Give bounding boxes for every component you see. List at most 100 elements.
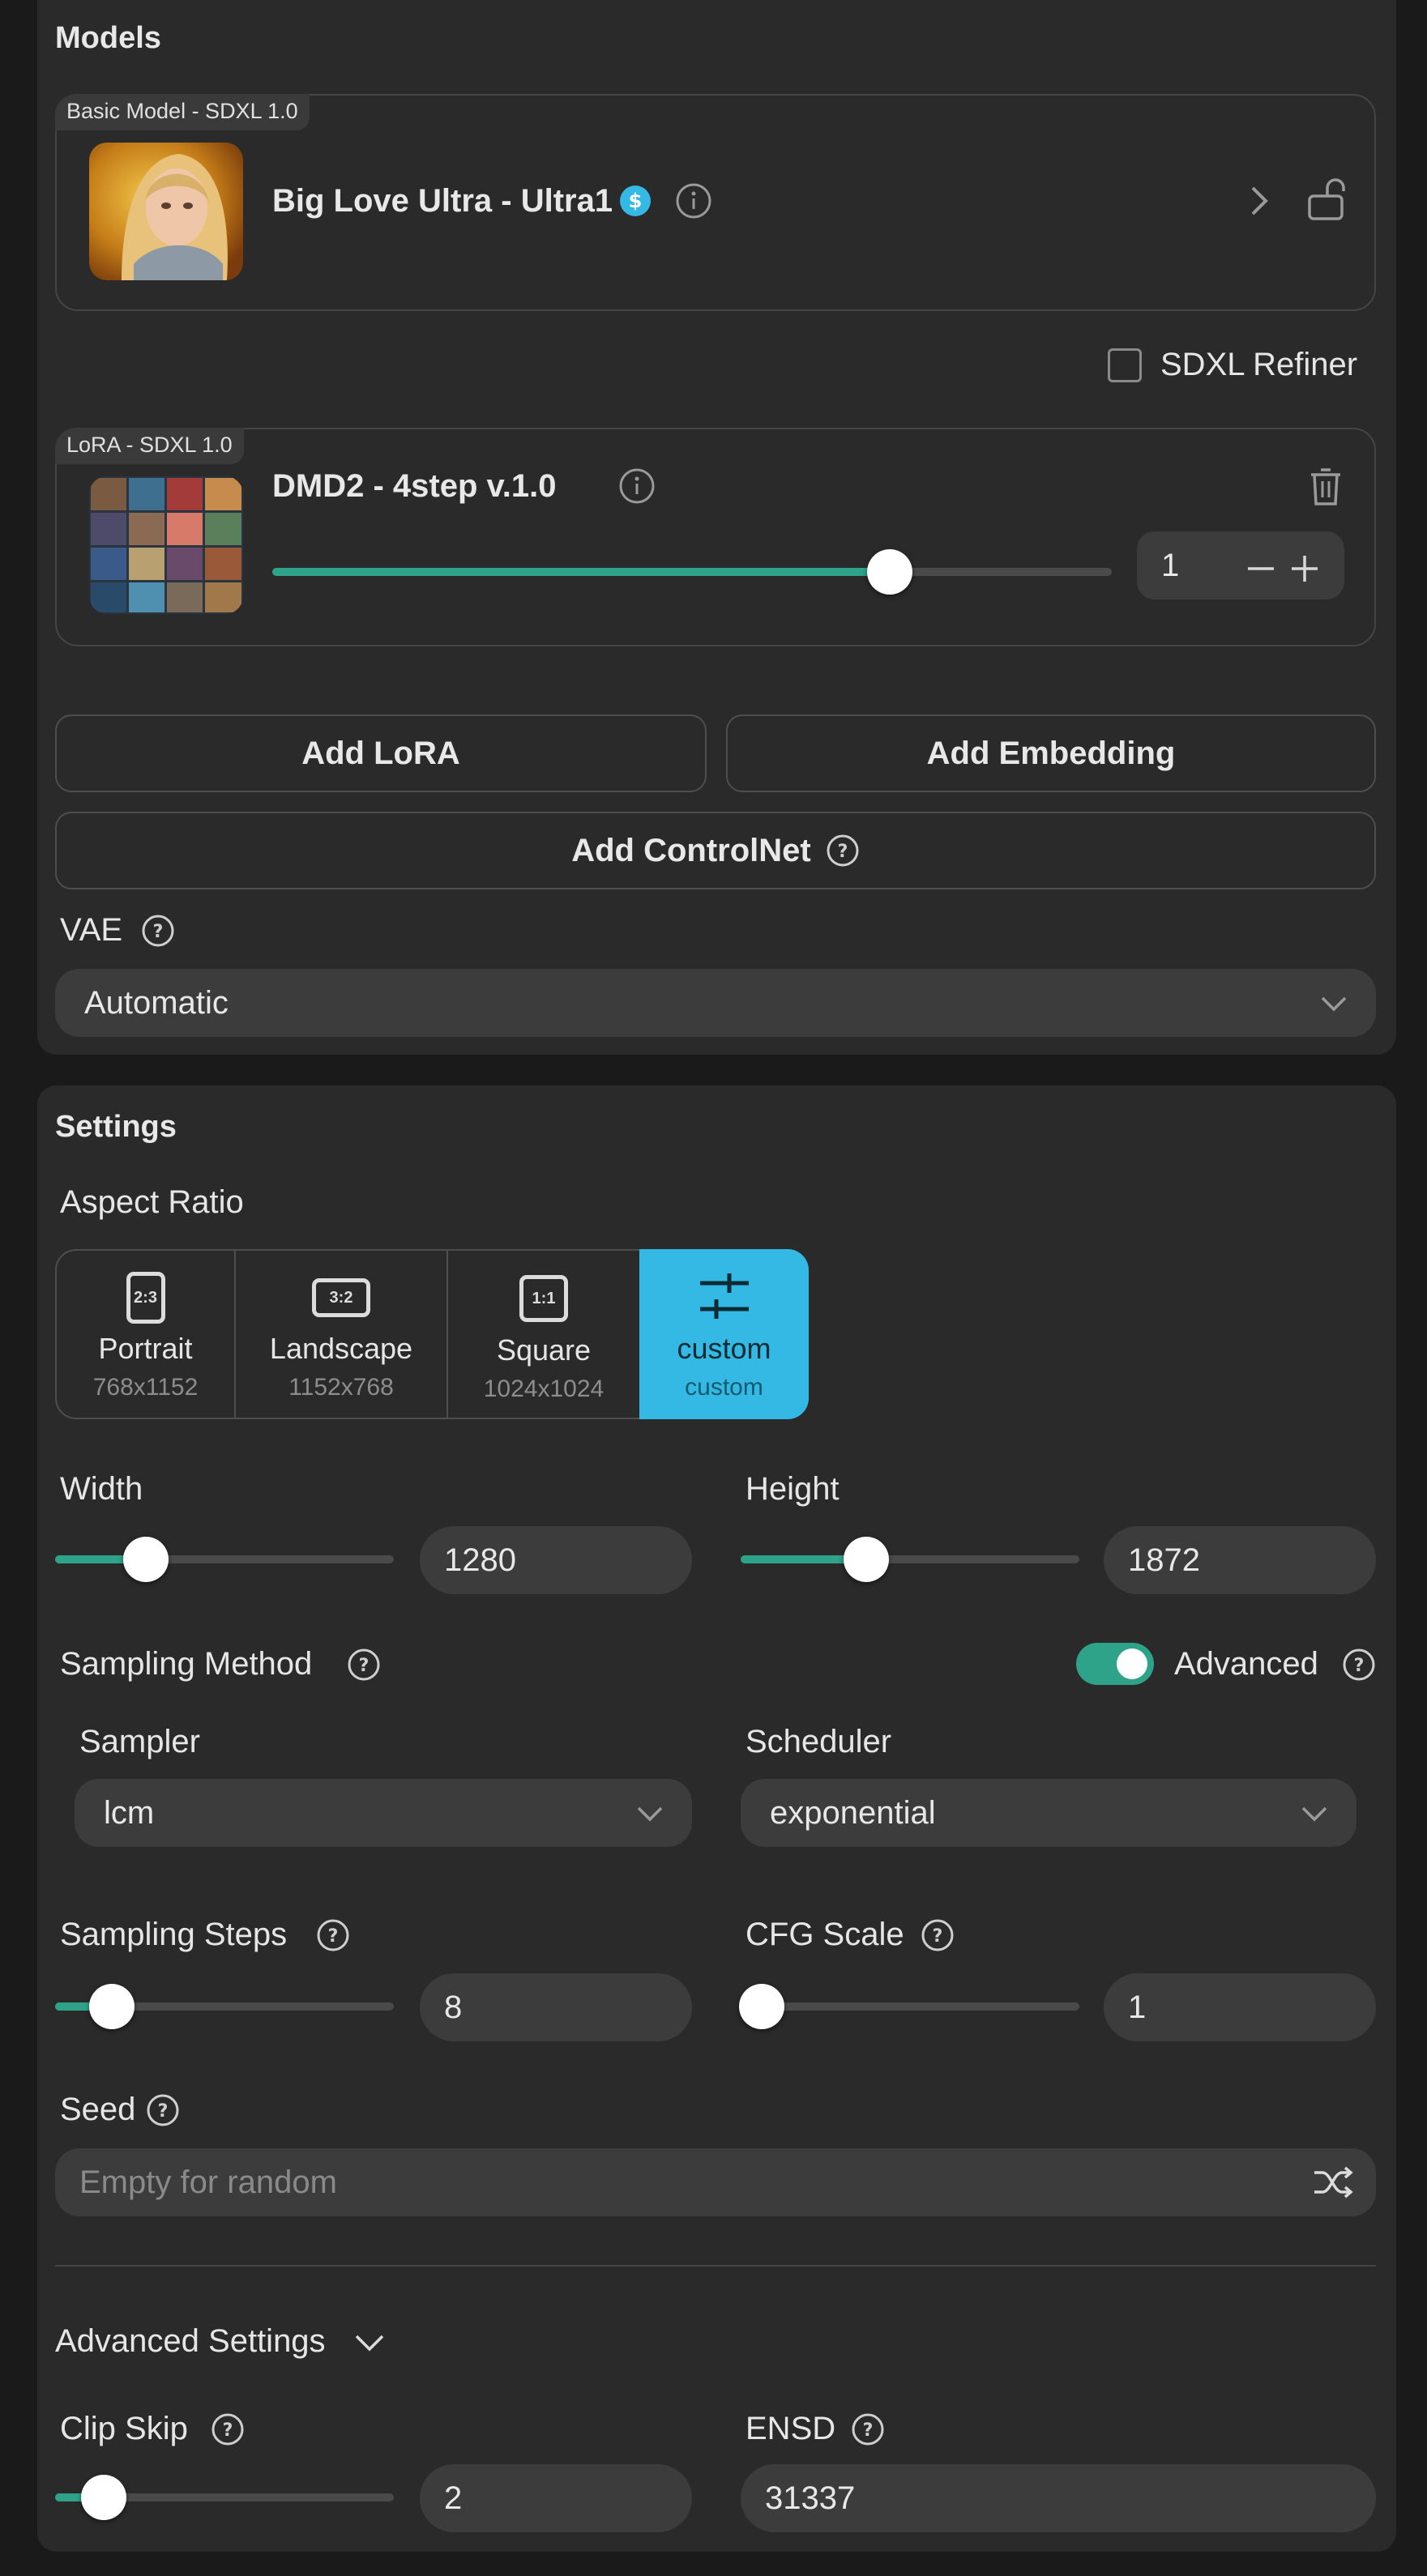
chevron-right-icon[interactable]	[1243, 183, 1275, 219]
basic-model-card[interactable]: Basic Model - SDXL 1.0 Big Love Ultra - …	[55, 94, 1376, 311]
help-icon[interactable]: ?	[316, 1918, 350, 1952]
models-title: Models	[55, 21, 161, 55]
width-input[interactable]: 1280	[420, 1526, 692, 1594]
settings-title: Settings	[55, 1110, 177, 1144]
lora-card[interactable]: LoRA - SDXL 1.0 DMD2 - 4step v.1.0 1	[55, 428, 1376, 646]
scheduler-select[interactable]: exponential	[741, 1779, 1357, 1847]
add-lora-button[interactable]: Add LoRA	[55, 714, 707, 792]
help-icon[interactable]: ?	[826, 834, 860, 868]
ensd-label: ENSD	[746, 2411, 836, 2446]
chevron-down-icon	[1321, 996, 1347, 1012]
chevron-down-icon	[1301, 1806, 1327, 1822]
landscape-ratio-icon: 3:2	[312, 1278, 370, 1317]
sampler-value: lcm	[104, 1795, 155, 1831]
seed-input[interactable]: Empty for random	[55, 2148, 1376, 2216]
aspect-option-landscape[interactable]: 3:2 Landscape 1152x768	[236, 1249, 446, 1419]
clip-skip-value: 2	[444, 2480, 463, 2516]
shuffle-icon[interactable]	[1313, 2164, 1353, 2200]
sampler-select[interactable]: lcm	[75, 1779, 692, 1847]
lora-name[interactable]: DMD2 - 4step v.1.0	[272, 468, 557, 505]
aspect-option-name: Portrait	[98, 1332, 193, 1365]
width-slider[interactable]	[55, 1555, 394, 1563]
height-input[interactable]: 1872	[1104, 1526, 1376, 1594]
aspect-option-custom[interactable]: custom custom	[639, 1249, 809, 1419]
sampling-steps-label: Sampling Steps	[60, 1917, 288, 1952]
lora-weight-slider-thumb[interactable]	[867, 549, 912, 595]
vae-label: VAE	[60, 912, 123, 948]
width-slider-thumb[interactable]	[123, 1537, 169, 1582]
help-icon[interactable]: ?	[347, 1648, 381, 1682]
cfg-scale-value: 1	[1128, 1990, 1147, 2025]
vae-select[interactable]: Automatic	[55, 969, 1376, 1037]
svg-text:?: ?	[153, 922, 164, 942]
add-embedding-label: Add Embedding	[926, 735, 1176, 771]
clip-skip-label: Clip Skip	[60, 2411, 188, 2446]
aspect-ratio-label: Aspect Ratio	[60, 1184, 244, 1220]
plus-icon[interactable]	[1288, 552, 1321, 585]
help-icon[interactable]: ?	[141, 914, 175, 948]
info-icon[interactable]	[674, 181, 713, 220]
svg-text:?: ?	[328, 1926, 339, 1947]
height-slider[interactable]	[741, 1555, 1079, 1563]
ensd-input[interactable]: 31337	[741, 2464, 1376, 2532]
svg-text:?: ?	[158, 2101, 169, 2122]
cfg-scale-slider-thumb[interactable]	[739, 1984, 784, 2029]
vae-value: Automatic	[84, 985, 229, 1021]
advanced-label: Advanced	[1174, 1646, 1318, 1682]
lora-thumbnail	[89, 476, 243, 614]
trash-icon[interactable]	[1308, 467, 1344, 507]
divider	[55, 2265, 1376, 2267]
height-slider-thumb[interactable]	[844, 1537, 889, 1582]
help-icon[interactable]: ?	[211, 2412, 245, 2446]
cfg-scale-input[interactable]: 1	[1104, 1973, 1376, 2041]
svg-text:?: ?	[223, 2420, 233, 2441]
basic-model-thumbnail	[89, 143, 243, 280]
add-controlnet-button[interactable]: Add ControlNet ?	[55, 812, 1376, 889]
aspect-option-name: Square	[496, 1333, 592, 1367]
aspect-option-size: 1024x1024	[483, 1375, 605, 1402]
lora-weight-slider[interactable]	[272, 568, 1112, 576]
cfg-scale-label: CFG Scale	[746, 1917, 904, 1952]
clip-skip-slider-thumb[interactable]	[81, 2475, 126, 2520]
basic-model-name[interactable]: Big Love Ultra - Ultra1	[272, 183, 613, 220]
advanced-toggle[interactable]	[1076, 1643, 1154, 1685]
sampling-steps-slider-thumb[interactable]	[89, 1984, 135, 2029]
aspect-option-portrait[interactable]: 2:3 Portrait 768x1152	[57, 1249, 234, 1419]
svg-text:?: ?	[837, 842, 848, 862]
help-icon[interactable]: ?	[921, 1918, 955, 1952]
square-ratio-icon: 1:1	[519, 1275, 568, 1322]
chevron-down-icon[interactable]	[353, 2330, 386, 2354]
advanced-settings-toggle[interactable]: Advanced Settings	[55, 2323, 326, 2360]
sampler-label: Sampler	[79, 1724, 200, 1759]
aspect-option-size: custom	[685, 1374, 763, 1401]
lora-weight-slider-fill	[272, 568, 894, 576]
basic-model-tag: Basic Model - SDXL 1.0	[55, 94, 310, 130]
svg-text:?: ?	[933, 1926, 943, 1947]
info-icon[interactable]	[617, 467, 656, 505]
sdxl-refiner-checkbox[interactable]	[1108, 348, 1142, 382]
svg-text:?: ?	[863, 2420, 874, 2441]
unlock-icon[interactable]	[1305, 177, 1348, 222]
sdxl-refiner-label: SDXL Refiner	[1160, 347, 1358, 382]
sampling-method-label: Sampling Method	[60, 1646, 313, 1682]
add-embedding-button[interactable]: Add Embedding	[726, 714, 1376, 792]
add-lora-label: Add LoRA	[301, 735, 460, 771]
advanced-toggle-knob	[1117, 1648, 1147, 1679]
help-icon[interactable]: ?	[851, 2412, 885, 2446]
sampling-steps-input[interactable]: 8	[420, 1973, 692, 2041]
cfg-scale-slider[interactable]	[741, 2002, 1079, 2011]
aspect-option-size: 768x1152	[92, 1374, 199, 1401]
paid-badge-icon: $	[620, 186, 651, 216]
help-icon[interactable]: ?	[1342, 1648, 1376, 1682]
width-value: 1280	[444, 1542, 516, 1578]
aspect-option-name: Landscape	[269, 1332, 413, 1365]
minus-icon[interactable]	[1245, 552, 1277, 585]
svg-text:?: ?	[359, 1656, 370, 1676]
aspect-option-square[interactable]: 1:1 Square 1024x1024	[448, 1249, 639, 1419]
lora-tag: LoRA - SDXL 1.0	[55, 428, 244, 464]
custom-sliders-icon	[699, 1273, 749, 1319]
scheduler-label: Scheduler	[746, 1724, 892, 1759]
help-icon[interactable]: ?	[146, 2093, 180, 2127]
clip-skip-input[interactable]: 2	[420, 2464, 692, 2532]
seed-label: Seed	[60, 2092, 136, 2127]
